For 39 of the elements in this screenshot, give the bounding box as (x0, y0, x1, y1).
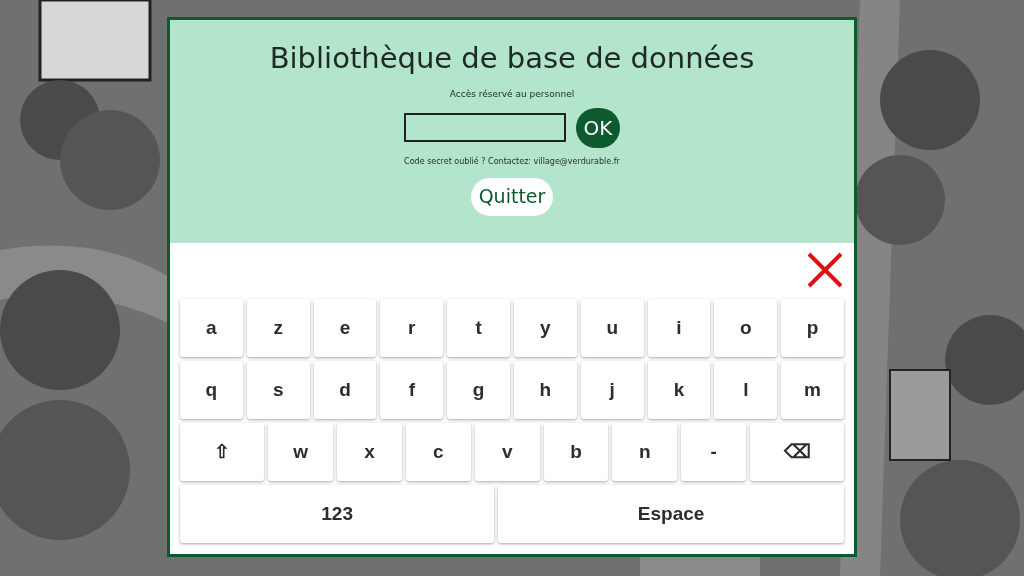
numbers-key[interactable]: 123 (180, 485, 495, 543)
shift-key[interactable]: ⇧ (180, 423, 265, 481)
backspace-key[interactable]: ⌫ (750, 423, 845, 481)
key[interactable]: q (180, 361, 243, 419)
dialog-title: Bibliothèque de base de données (269, 40, 755, 77)
key[interactable]: e (313, 299, 377, 357)
key[interactable]: y (514, 299, 577, 357)
key[interactable]: j (580, 361, 644, 419)
key[interactable]: d (313, 361, 377, 419)
key[interactable]: z (246, 299, 310, 357)
close-button[interactable] (806, 251, 844, 289)
space-key[interactable]: Espace (498, 485, 844, 543)
key[interactable]: x (337, 423, 402, 481)
code-field[interactable] (404, 113, 566, 142)
key[interactable]: m (781, 361, 844, 419)
key[interactable]: f (380, 361, 444, 419)
ok-button[interactable]: OK (576, 107, 620, 148)
key[interactable]: v (474, 423, 540, 481)
quit-button[interactable]: Quitter (470, 177, 554, 216)
help-text: Code secret oublié ? Contactez: village@verdurable.fr (404, 155, 620, 168)
key[interactable]: w (268, 423, 334, 481)
key[interactable]: c (405, 423, 471, 481)
key[interactable]: o (714, 299, 778, 357)
subtitle-text: Accès réservé au personnel (449, 88, 575, 101)
key[interactable]: a (180, 299, 243, 357)
key[interactable]: k (647, 361, 711, 419)
key[interactable]: g (447, 361, 510, 419)
key[interactable]: s (246, 361, 310, 419)
key[interactable]: p (781, 299, 844, 357)
key[interactable]: r (380, 299, 444, 357)
key[interactable]: u (580, 299, 644, 357)
close-icon (806, 251, 844, 289)
key[interactable]: - (681, 423, 747, 481)
key[interactable]: n (612, 423, 678, 481)
key[interactable]: b (543, 423, 609, 481)
key[interactable]: h (514, 361, 577, 419)
key[interactable]: t (447, 299, 510, 357)
key[interactable]: i (647, 299, 711, 357)
key[interactable]: l (714, 361, 778, 419)
